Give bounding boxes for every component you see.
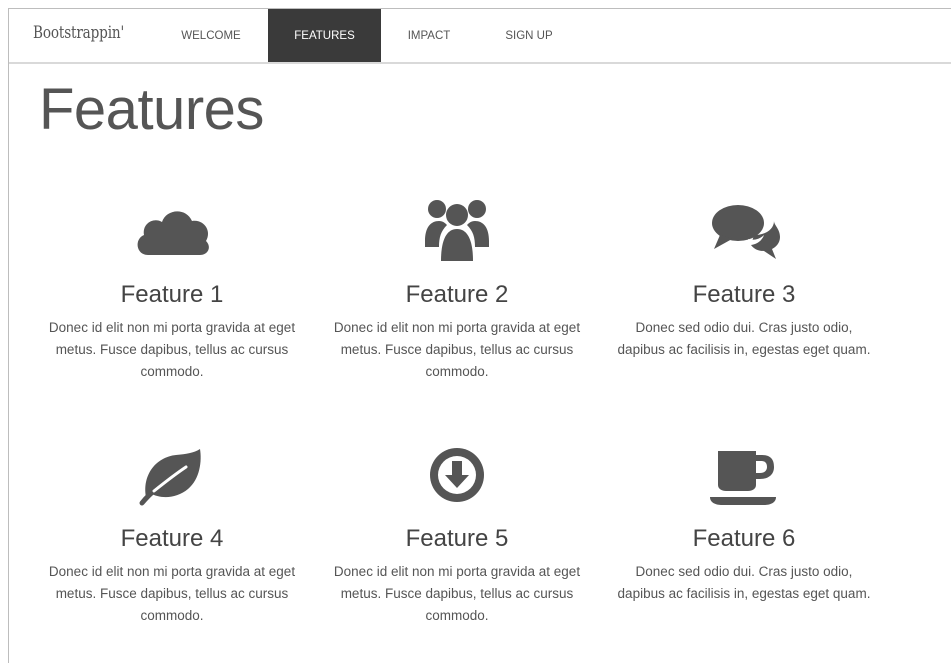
feature-description: Donec id elit non mi porta gravida at eg… [48, 320, 296, 379]
feature-title: Feature 2 [405, 281, 509, 308]
nav-item-welcome[interactable]: WELCOME [171, 9, 251, 62]
feature-description: Donec id elit non mi porta gravida at eg… [333, 320, 581, 379]
feature-card-4: Feature 4 Donec id elit non mi porta gra… [42, 439, 302, 627]
feature-description: Donec sed odio dui. Cras justo odio, dap… [617, 320, 871, 357]
nav-item-sign-up[interactable]: SIGN UP [487, 9, 571, 62]
feature-description: Donec id elit non mi porta gravida at eg… [333, 564, 581, 623]
feature-description: Donec sed odio dui. Cras justo odio, dap… [617, 564, 871, 601]
coffee-cup-icon [694, 439, 794, 509]
leaf-icon [122, 439, 222, 509]
comments-icon [694, 195, 794, 265]
cloud-icon [122, 195, 222, 265]
feature-card-6: Feature 6 Donec sed odio dui. Cras justo… [614, 439, 874, 605]
feature-title: Feature 1 [120, 281, 224, 308]
feature-title: Feature 6 [692, 525, 796, 552]
nav-item-impact[interactable]: IMPACT [394, 9, 464, 62]
download-circle-icon [407, 439, 507, 509]
nav-item-features[interactable]: FEATURES [268, 9, 381, 62]
feature-title: Feature 4 [120, 525, 224, 552]
brand-logo[interactable]: Bootstrappin' [33, 23, 124, 43]
feature-card-2: Feature 2 Donec id elit non mi porta gra… [327, 195, 587, 383]
browser-viewport: Bootstrappin' WELCOME FEATURES IMPACT SI… [8, 8, 951, 663]
feature-title: Feature 5 [405, 525, 509, 552]
feature-description: Donec id elit non mi porta gravida at eg… [48, 564, 296, 623]
feature-card-3: Feature 3 Donec sed odio dui. Cras justo… [614, 195, 874, 361]
feature-card-5: Feature 5 Donec id elit non mi porta gra… [327, 439, 587, 627]
feature-card-1: Feature 1 Donec id elit non mi porta gra… [42, 195, 302, 383]
feature-title: Feature 3 [692, 281, 796, 308]
group-icon [407, 195, 507, 265]
page-title: Features [39, 77, 264, 142]
navbar: Bootstrappin' WELCOME FEATURES IMPACT SI… [9, 9, 951, 64]
